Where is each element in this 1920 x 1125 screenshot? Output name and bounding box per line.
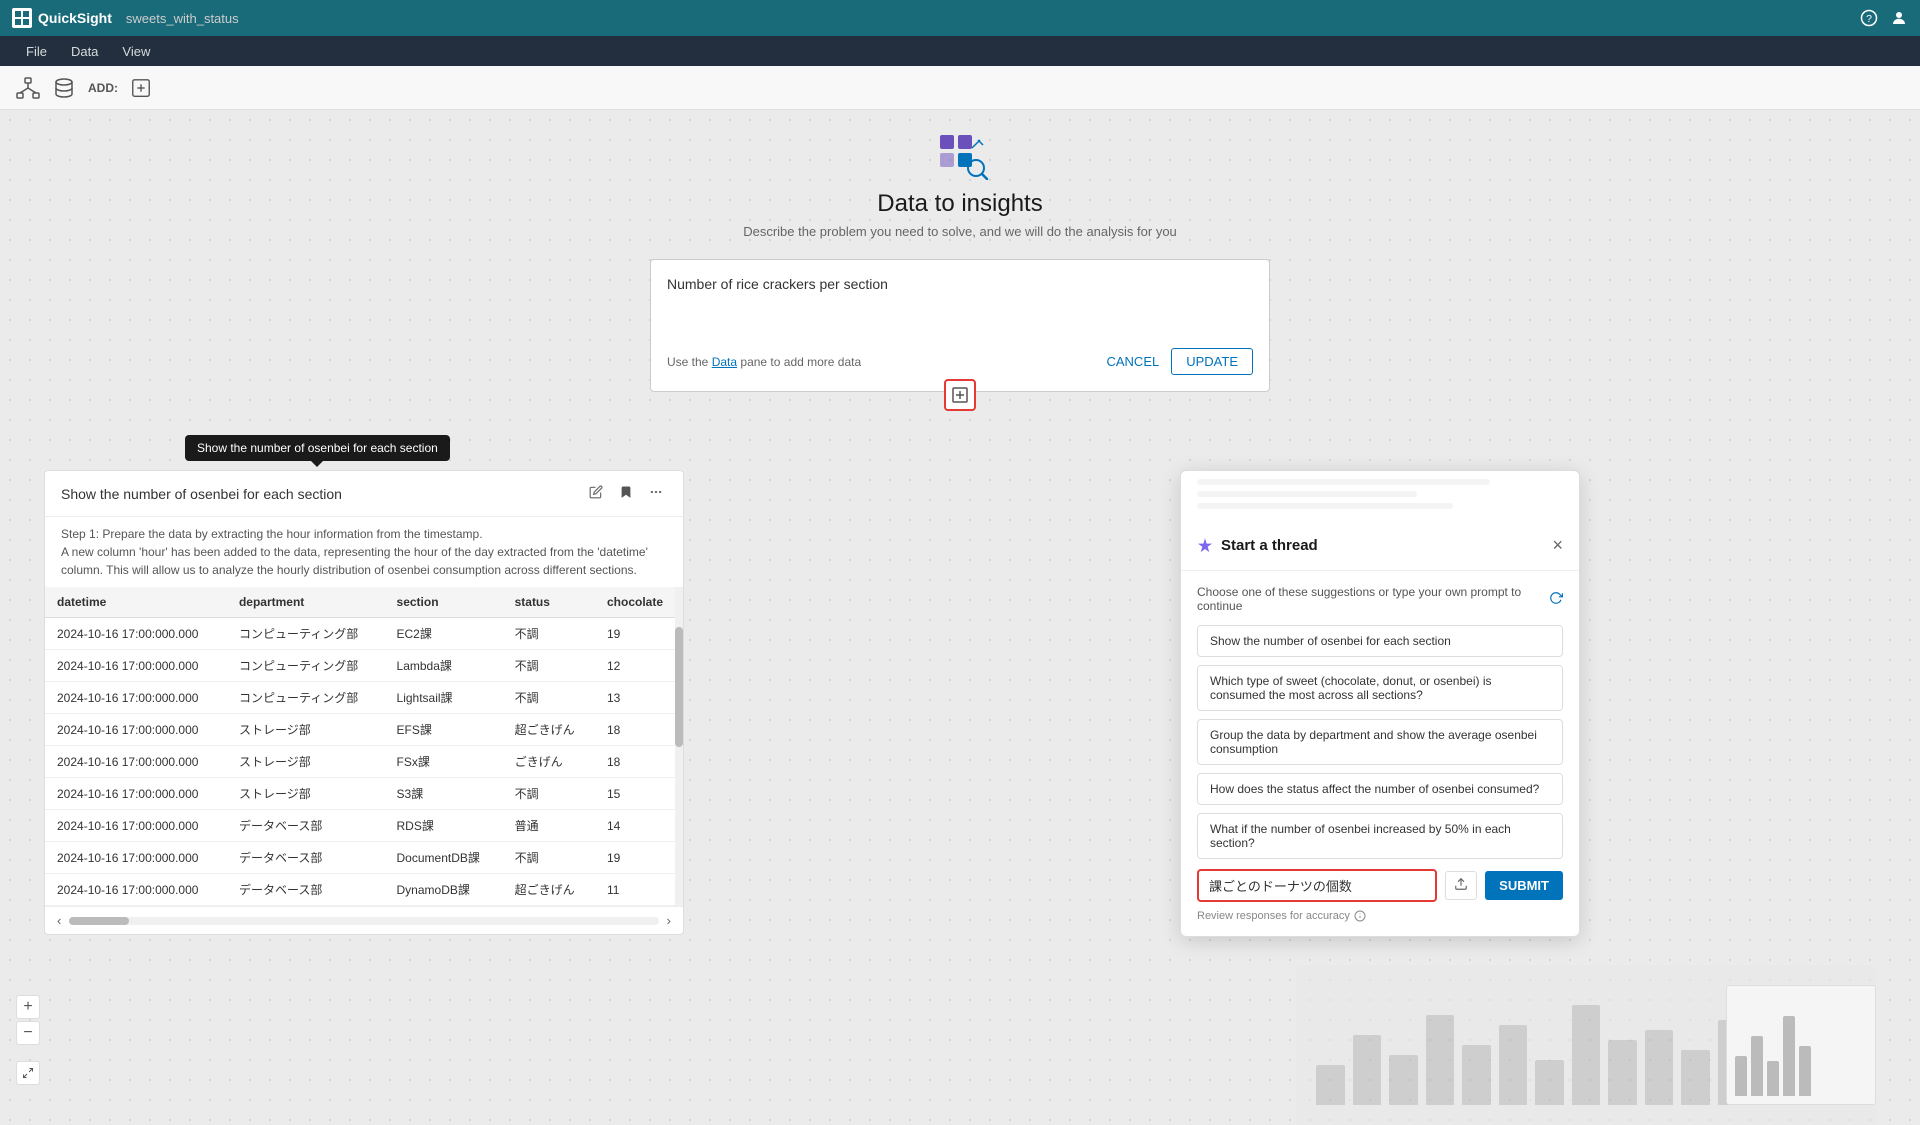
query-hint: Use the Data pane to add more data	[667, 355, 861, 369]
col-datetime: datetime	[45, 587, 227, 618]
tab-title: sweets_with_status	[126, 11, 239, 26]
tooltip: Show the number of osenbei for each sect…	[185, 435, 450, 461]
hierarchy-icon[interactable]	[16, 76, 40, 100]
top-bar: QuickSight sweets_with_status ?	[0, 0, 1920, 36]
main-content: Data to insights Describe the problem yo…	[0, 110, 1920, 1125]
add-label: ADD:	[88, 81, 118, 95]
menu-view[interactable]: View	[112, 40, 160, 63]
table-row: 2024-10-16 17:00:000.000データベース部RDS課普通14	[45, 810, 683, 842]
submit-button[interactable]: SUBMIT	[1485, 871, 1563, 900]
table-row: 2024-10-16 17:00:000.000コンピューティング部Lights…	[45, 682, 683, 714]
scroll-left-btn[interactable]: ‹	[53, 911, 65, 930]
update-button[interactable]: UPDATE	[1171, 348, 1253, 375]
sparkle-icon	[1197, 538, 1213, 554]
scroll-right-btn[interactable]: ›	[663, 911, 675, 930]
refresh-suggestions-button[interactable]	[1549, 591, 1563, 608]
query-footer: Use the Data pane to add more data CANCE…	[667, 348, 1253, 375]
cancel-button[interactable]: CANCEL	[1106, 354, 1159, 369]
suggestion-item[interactable]: Show the number of osenbei for each sect…	[1197, 625, 1563, 657]
quicksight-icon	[12, 8, 32, 28]
svg-text:?: ?	[1866, 13, 1872, 25]
data-table: datetime department section status choco…	[45, 587, 683, 906]
query-text[interactable]: Number of rice crackers per section	[667, 276, 1253, 336]
review-note: Review responses for accuracy	[1197, 910, 1563, 922]
data-panel-description: Step 1: Prepare the data by extracting t…	[45, 517, 683, 587]
page-title: Data to insights	[650, 190, 1270, 218]
suggestion-item[interactable]: Which type of sweet (chocolate, donut, o…	[1197, 665, 1563, 711]
data-link[interactable]: Data	[712, 355, 737, 369]
add-section-button[interactable]	[944, 379, 976, 411]
data-panel-actions	[585, 483, 667, 504]
scroll-track[interactable]	[675, 587, 683, 906]
col-section: section	[385, 587, 503, 618]
zoom-controls: + −	[16, 995, 40, 1045]
col-department: department	[227, 587, 385, 618]
menu-bar: File Data View	[0, 36, 1920, 66]
horizontal-scroll[interactable]: ‹ ›	[45, 906, 683, 934]
app-name: QuickSight	[38, 10, 112, 26]
table-row: 2024-10-16 17:00:000.000コンピューティング部EC2課不調…	[45, 618, 683, 650]
more-options-icon[interactable]	[645, 483, 667, 504]
thread-description: Choose one of these suggestions or type …	[1197, 585, 1563, 613]
db-icon[interactable]	[52, 76, 76, 100]
table-header-row: datetime department section status choco…	[45, 587, 683, 618]
user-icon[interactable]	[1890, 9, 1908, 27]
col-status: status	[503, 587, 595, 618]
data-panel-title: Show the number of osenbei for each sect…	[61, 486, 342, 502]
top-bar-actions: ?	[1860, 9, 1908, 27]
thread-input[interactable]	[1197, 869, 1437, 902]
data-panel-header: Show the number of osenbei for each sect…	[45, 471, 683, 517]
thread-title-row: Start a thread	[1197, 537, 1318, 554]
menu-data[interactable]: Data	[61, 40, 108, 63]
page-subtitle: Describe the problem you need to solve, …	[650, 224, 1270, 239]
h-scroll-track[interactable]	[69, 917, 658, 925]
data-table-wrap: datetime department section status choco…	[45, 587, 683, 906]
toolbar: ADD:	[0, 66, 1920, 110]
bookmark-icon[interactable]	[615, 483, 637, 504]
suggestion-item[interactable]: How does the status affect the number of…	[1197, 773, 1563, 805]
table-row: 2024-10-16 17:00:000.000コンピューティング部Lambda…	[45, 650, 683, 682]
zoom-in-button[interactable]: +	[16, 995, 40, 1019]
info-icon	[1354, 910, 1366, 922]
menu-file[interactable]: File	[16, 40, 57, 63]
thread-panel: Start a thread × Choose one of these sug…	[1180, 470, 1580, 937]
data-insights-icon	[930, 130, 990, 180]
h-scroll-thumb[interactable]	[69, 917, 129, 925]
help-icon[interactable]: ?	[1860, 9, 1878, 27]
table-row: 2024-10-16 17:00:000.000データベース部DocumentD…	[45, 842, 683, 874]
zoom-out-button[interactable]: −	[16, 1021, 40, 1045]
data-panel: Show the number of osenbei for each sect…	[44, 470, 684, 935]
app-logo: QuickSight	[12, 8, 112, 28]
mini-preview	[1726, 985, 1876, 1105]
table-row: 2024-10-16 17:00:000.000データベース部DynamoDB課…	[45, 874, 683, 906]
thread-header: Start a thread ×	[1181, 521, 1579, 571]
col-chocolate: chocolate	[595, 587, 683, 618]
add-visual-icon[interactable]	[130, 77, 152, 99]
thread-bg-lines	[1181, 471, 1579, 509]
upload-button[interactable]	[1445, 871, 1477, 900]
scroll-thumb[interactable]	[675, 627, 683, 747]
table-row: 2024-10-16 17:00:000.000ストレージ部S3課不調15	[45, 778, 683, 810]
edit-icon[interactable]	[585, 483, 607, 504]
custom-input-row: SUBMIT	[1197, 869, 1563, 902]
thread-close-button[interactable]: ×	[1552, 535, 1563, 556]
suggestions-list: Show the number of osenbei for each sect…	[1197, 625, 1563, 859]
suggestion-item[interactable]: What if the number of osenbei increased …	[1197, 813, 1563, 859]
expand-button[interactable]	[16, 1061, 40, 1085]
table-row: 2024-10-16 17:00:000.000ストレージ部EFS課超ごきげん1…	[45, 714, 683, 746]
center-panel: Data to insights Describe the problem yo…	[650, 130, 1270, 392]
table-row: 2024-10-16 17:00:000.000ストレージ部FSx課ごきげん18	[45, 746, 683, 778]
thread-body: Choose one of these suggestions or type …	[1181, 571, 1579, 936]
thread-title: Start a thread	[1221, 537, 1318, 554]
suggestion-item[interactable]: Group the data by department and show th…	[1197, 719, 1563, 765]
query-actions: CANCEL UPDATE	[1106, 348, 1253, 375]
query-box: Number of rice crackers per section Use …	[650, 259, 1270, 392]
